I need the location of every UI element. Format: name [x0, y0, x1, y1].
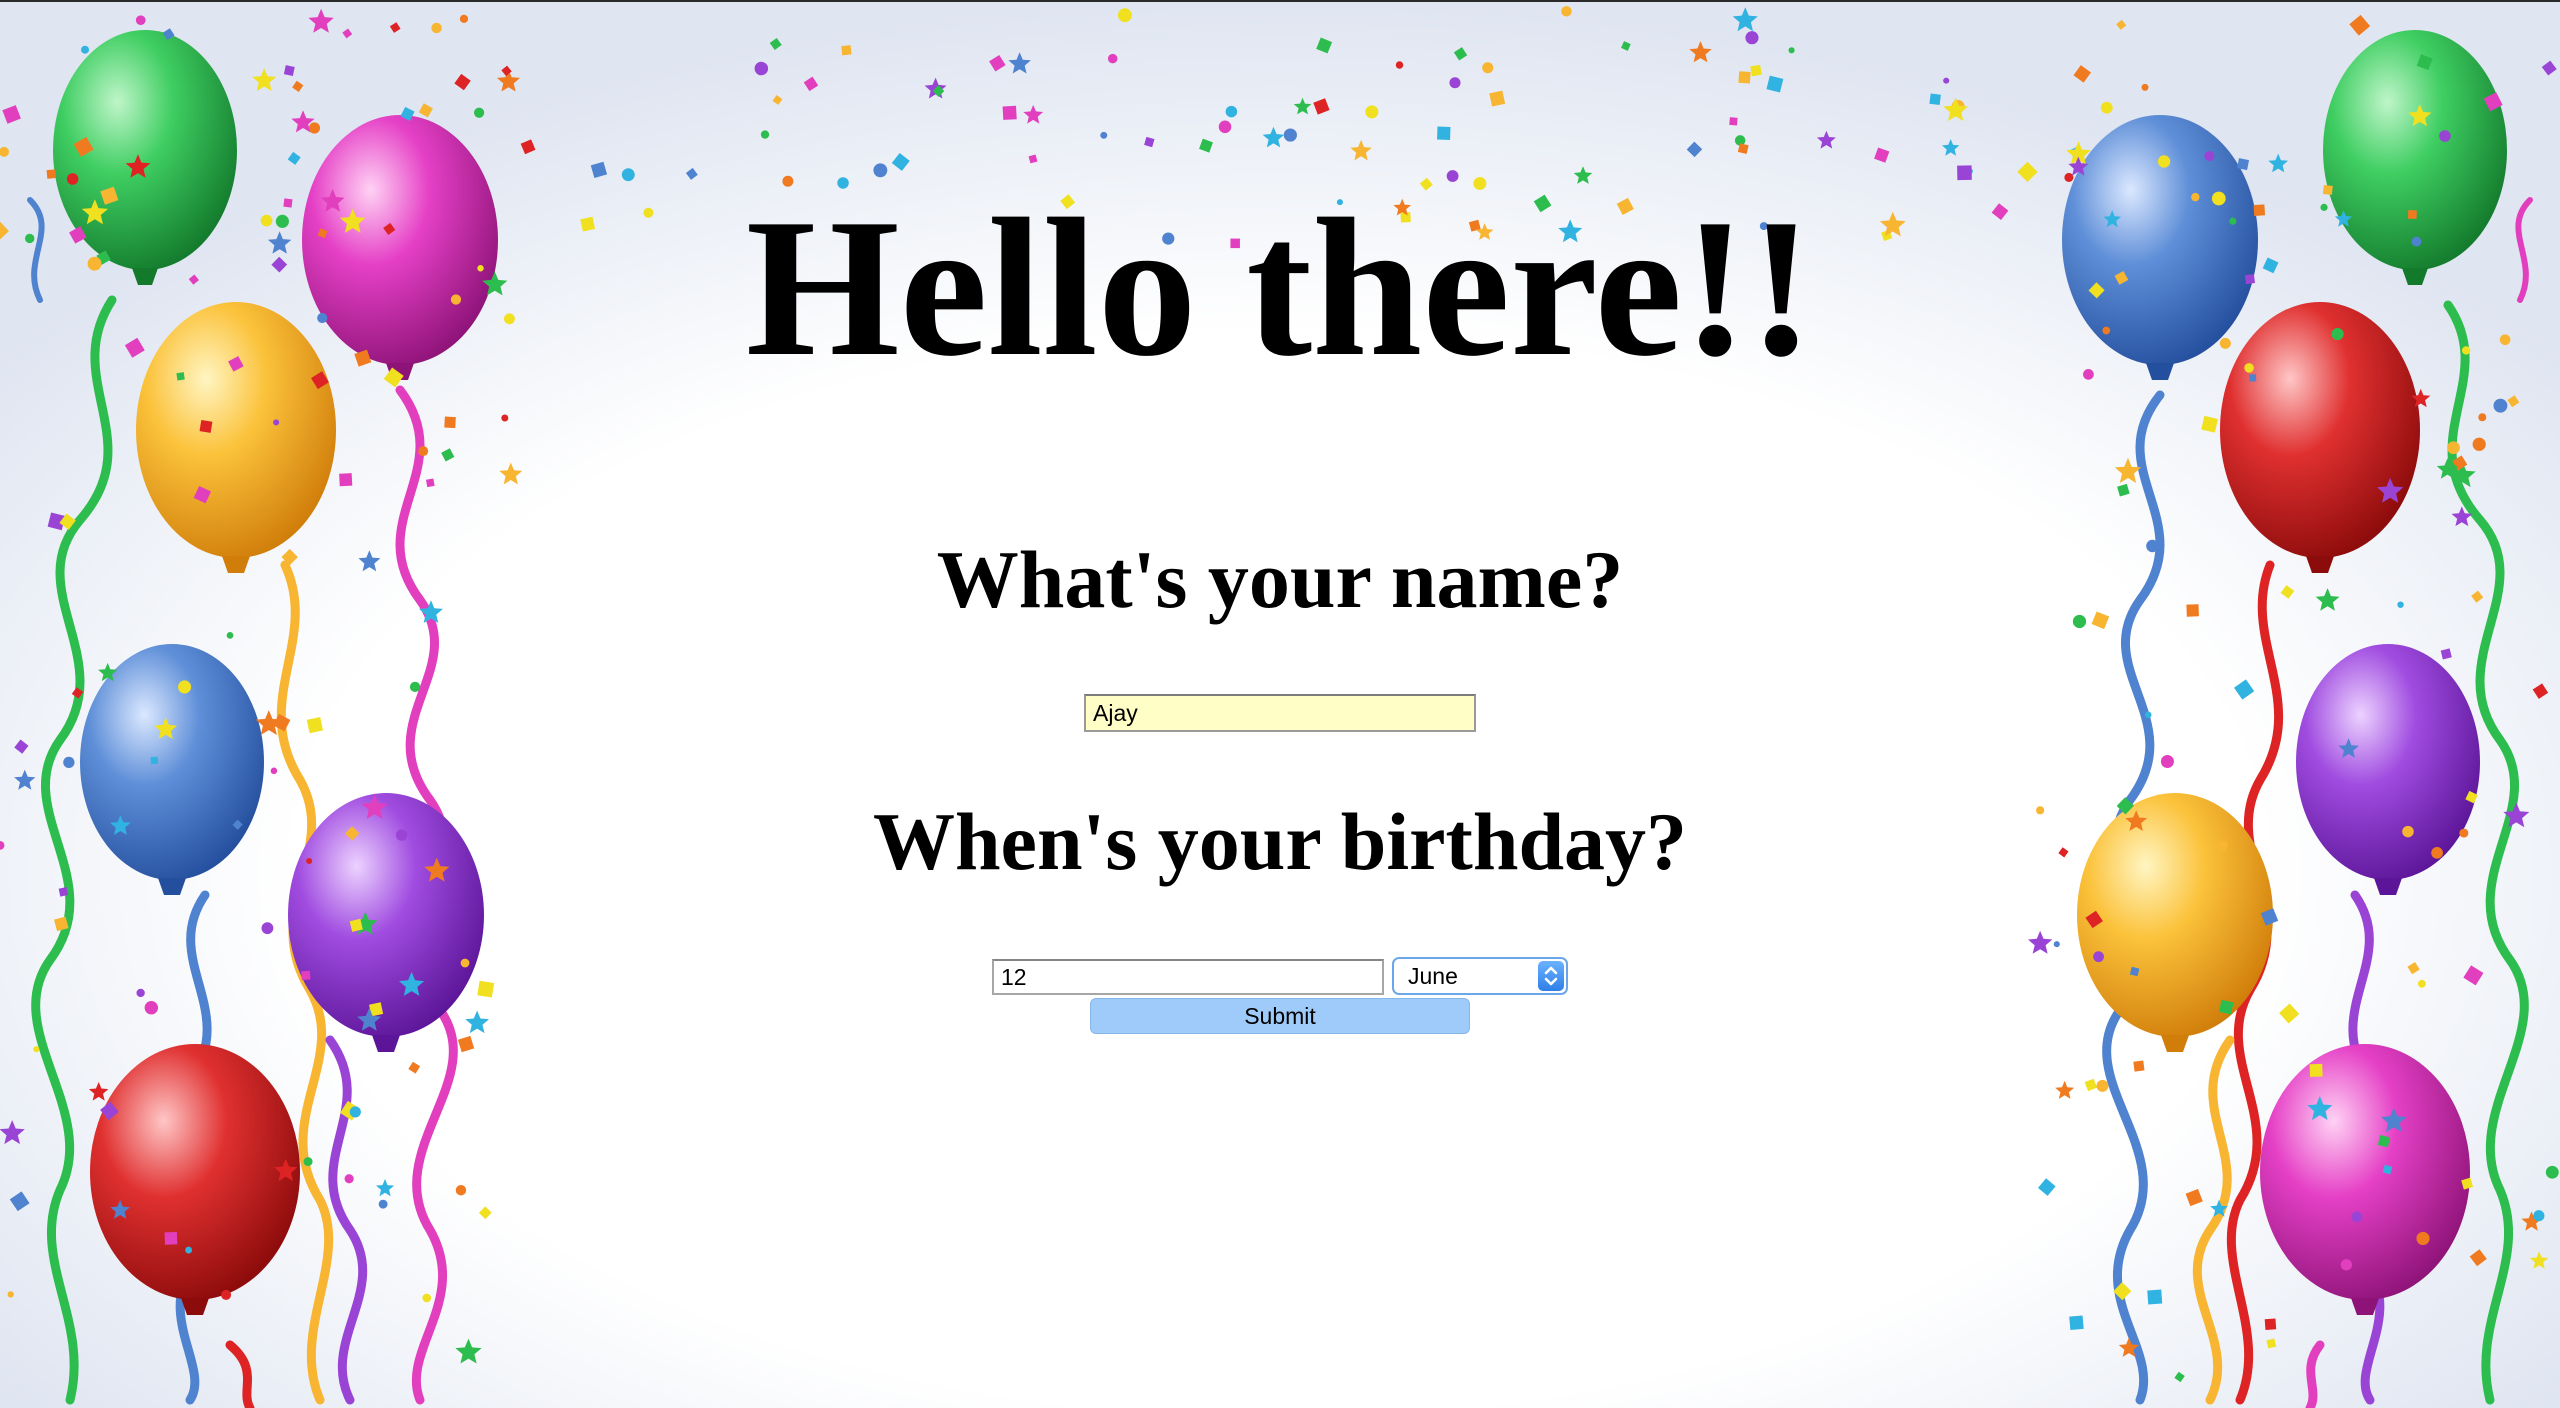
submit-button[interactable]: Submit — [1090, 998, 1470, 1034]
name-input[interactable] — [1084, 694, 1476, 732]
name-question-heading: What's your name? — [936, 534, 1624, 625]
greeting-heading: Hello there!! — [745, 178, 1815, 397]
birthday-day-input[interactable] — [992, 959, 1384, 995]
window-top-border — [0, 0, 2560, 2]
month-select-value: June — [1408, 963, 1458, 989]
birthday-month-select[interactable]: June — [1392, 957, 1568, 995]
chevron-up-down-icon — [1538, 961, 1564, 991]
birthday-question-heading: When's your birthday? — [872, 796, 1688, 887]
birthday-form-page: Hello there!! What's your name? When's y… — [0, 0, 2560, 1408]
